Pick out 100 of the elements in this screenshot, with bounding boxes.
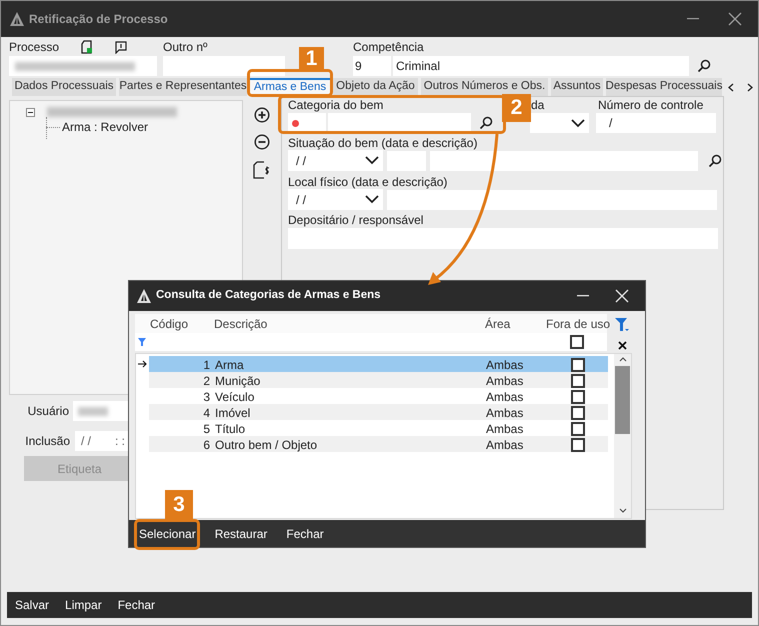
field-label: Usuário xyxy=(26,403,69,420)
document-icon[interactable] xyxy=(80,40,94,54)
action-button[interactable]: Selecionar xyxy=(139,524,196,542)
table-cell-text: 6 xyxy=(202,437,211,454)
add-icon[interactable] xyxy=(254,107,270,123)
input-field[interactable] xyxy=(430,150,698,170)
input-field[interactable]: 9 xyxy=(353,56,391,76)
checkbox[interactable] xyxy=(570,358,584,372)
column-header[interactable]: Fora de uso xyxy=(546,314,607,332)
window-title: Retificação de Processo xyxy=(29,11,168,28)
table-row[interactable]: 2 Munição Ambas xyxy=(149,372,608,388)
note-icon[interactable] xyxy=(115,40,128,54)
redacted-text xyxy=(78,406,108,416)
row-pointer-icon xyxy=(138,360,147,368)
logo-icon xyxy=(137,289,151,303)
scrollbar[interactable] xyxy=(614,354,631,518)
input-field[interactable] xyxy=(288,113,326,133)
field-label: da xyxy=(531,98,544,112)
callout-number: 3 xyxy=(165,490,193,519)
checkbox[interactable] xyxy=(570,390,584,404)
checkbox[interactable] xyxy=(570,406,584,420)
table-cell-text: Arma xyxy=(215,357,245,374)
checkbox[interactable] xyxy=(570,335,584,349)
chevron-down-icon xyxy=(365,195,379,204)
input-field[interactable] xyxy=(9,56,157,76)
dropdown[interactable] xyxy=(530,113,589,133)
tree-item[interactable]: Arma : Revolver xyxy=(62,118,148,136)
table-cell-text: Munição xyxy=(215,373,262,390)
minimize-icon xyxy=(577,295,589,297)
table-cell-text: Ambas xyxy=(486,357,524,374)
column-header[interactable]: Código xyxy=(135,314,214,332)
input-field[interactable]: / xyxy=(596,113,716,133)
action-button[interactable]: Fechar xyxy=(286,524,324,542)
table-cell-text: 1 xyxy=(202,357,211,374)
column-header[interactable]: Descrição xyxy=(214,314,485,332)
table-cell-text: Ambas xyxy=(486,373,524,390)
date-dropdown[interactable]: / / xyxy=(288,150,383,171)
input-field[interactable] xyxy=(387,190,717,210)
search-icon[interactable] xyxy=(479,116,493,130)
field-label: Situação do bem (data e descrição) xyxy=(288,136,478,150)
tab[interactable]: Dados Processuais xyxy=(12,78,116,96)
dialog-title: Consulta de Categorias de Armas e Bens xyxy=(156,288,381,304)
field-label: Número de controle xyxy=(598,98,704,112)
table-cell-text: 3 xyxy=(202,389,211,406)
filter-icon[interactable] xyxy=(138,338,146,346)
search-icon[interactable] xyxy=(697,59,711,73)
field-label: Competência xyxy=(353,39,424,56)
filter-icon[interactable] xyxy=(615,318,629,332)
minimize-icon xyxy=(687,18,699,20)
date-dropdown[interactable]: / / xyxy=(288,189,383,210)
chevron-down-icon xyxy=(571,118,585,128)
table-cell-text: Ambas xyxy=(486,389,524,406)
logo-icon xyxy=(10,12,24,26)
table-row[interactable]: 6 Outro bem / Objeto Ambas xyxy=(149,436,608,452)
time-text: : : xyxy=(115,433,126,450)
collapse-icon[interactable] xyxy=(26,108,35,116)
chevron-right-icon xyxy=(747,82,753,92)
table-cell-text: Ambas xyxy=(486,421,524,438)
table-cell-text: Ambas xyxy=(486,437,524,454)
tab[interactable]: Objeto da Ação xyxy=(333,78,418,96)
action-button[interactable]: Fechar xyxy=(118,596,156,614)
table-cell-text: 4 xyxy=(202,405,211,422)
action-button[interactable]: Salvar xyxy=(15,596,50,614)
document-money-icon[interactable] xyxy=(253,161,271,179)
field-label: Inclusão xyxy=(24,433,70,450)
tab[interactable]: Partes e Representantes xyxy=(119,78,247,96)
table-cell-text: Título xyxy=(215,421,246,438)
close-icon xyxy=(615,289,629,303)
field-label: Outro nº xyxy=(163,39,208,56)
remove-icon[interactable] xyxy=(254,134,270,150)
chevron-left-icon xyxy=(728,82,734,92)
input-field[interactable] xyxy=(288,228,718,249)
search-icon[interactable] xyxy=(708,154,722,168)
callout-number: 1 xyxy=(299,47,324,70)
input-field[interactable] xyxy=(163,56,285,76)
tab[interactable]: Despesas Processuais xyxy=(606,78,722,96)
field-label: Depositário / responsável xyxy=(288,212,424,226)
clear-filter-icon[interactable] xyxy=(618,341,626,350)
date-text: / / xyxy=(81,433,92,450)
close-icon xyxy=(728,12,742,26)
action-button[interactable]: Limpar xyxy=(65,596,102,614)
checkbox[interactable] xyxy=(570,422,584,436)
table-cell-text: Outro bem / Objeto xyxy=(215,437,318,454)
table-cell-text: 5 xyxy=(202,421,211,438)
checkbox[interactable] xyxy=(570,374,584,388)
table-cell-text: 2 xyxy=(202,373,211,390)
table-cell-text: Veículo xyxy=(215,389,256,406)
field-label: Local físico (data e descrição) xyxy=(288,174,448,188)
field-label: Processo xyxy=(9,39,60,56)
tab[interactable]: Assuntos xyxy=(551,78,603,96)
table-cell-text: Ambas xyxy=(486,405,524,422)
input-field[interactable] xyxy=(328,113,471,133)
table-row[interactable]: 4 Imóvel Ambas xyxy=(149,404,608,420)
checkbox[interactable] xyxy=(570,438,584,452)
chevron-down-icon xyxy=(365,156,379,165)
column-header[interactable]: Área xyxy=(485,314,546,332)
input-field[interactable]: Criminal xyxy=(393,56,689,76)
action-button[interactable]: Restaurar xyxy=(214,524,268,542)
table-row[interactable]: 1 Arma Ambas xyxy=(149,356,608,372)
tab[interactable]: Outros Números e Obs. xyxy=(421,78,548,96)
